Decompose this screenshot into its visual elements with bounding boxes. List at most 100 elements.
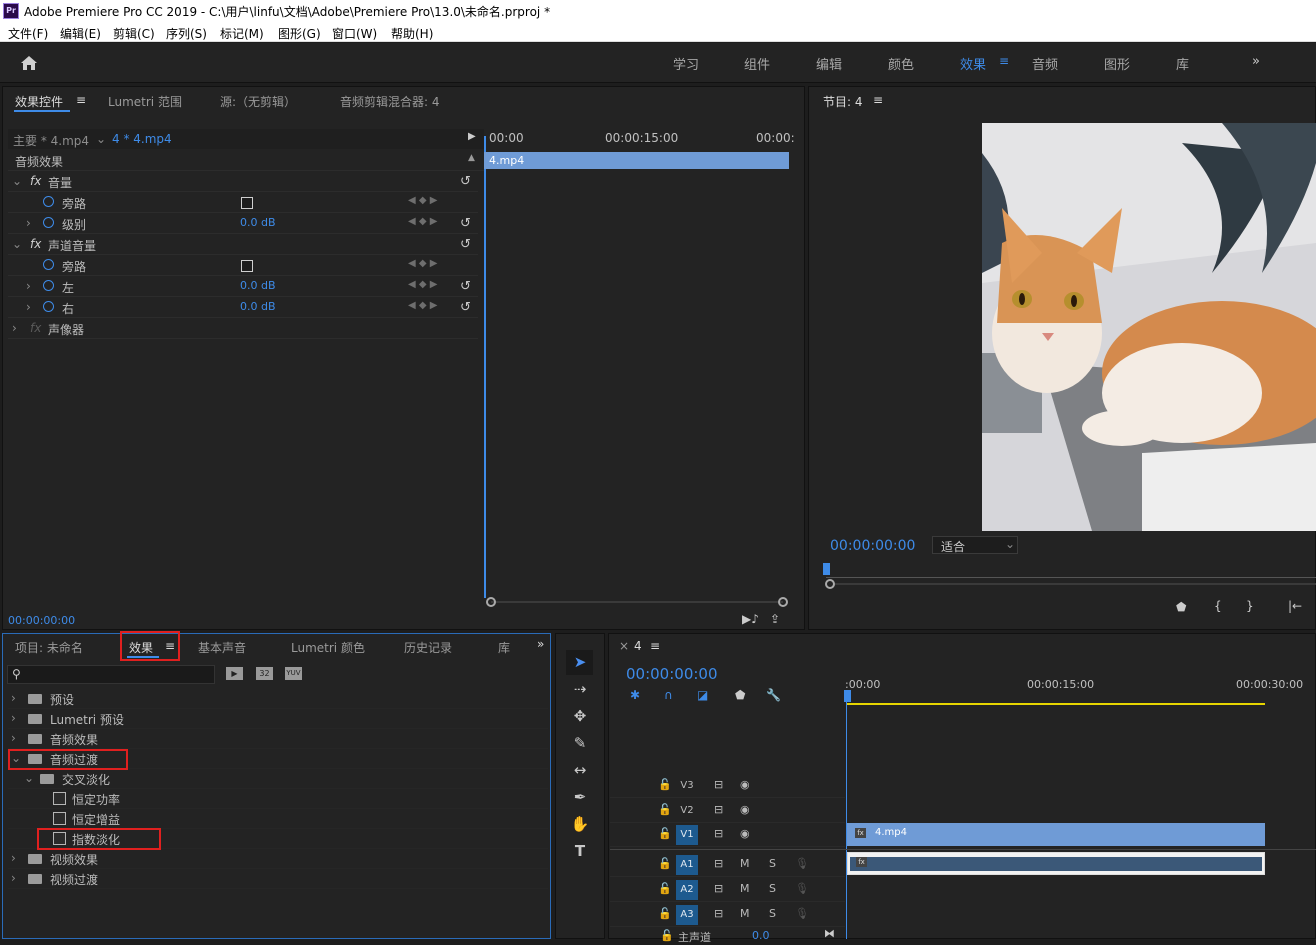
ec-timecode[interactable]: 00:00:00:00	[8, 614, 75, 627]
go-to-in-icon[interactable]: |←	[1288, 599, 1302, 613]
eye-icon[interactable]: ◉	[740, 827, 750, 840]
zoom-scrollbar[interactable]	[491, 601, 783, 603]
play-only-icon[interactable]: ▶	[468, 131, 476, 142]
tree-item-constant-power[interactable]: 恒定功率	[8, 789, 548, 809]
track-a2[interactable]: 🔓 A2 ⊟ M S 🎙	[610, 877, 845, 902]
panel-menu-icon[interactable]: ≡	[165, 639, 175, 653]
workspace-assembly[interactable]: 组件	[744, 54, 770, 73]
track-label[interactable]: V3	[676, 776, 698, 796]
sync-lock-icon[interactable]: ⊟	[714, 907, 723, 920]
chevron-right-icon[interactable]: ›	[26, 279, 31, 293]
tab-audio-clip-mixer[interactable]: 音频剪辑混合器: 4	[340, 93, 440, 110]
add-marker-icon[interactable]: ⬟	[1176, 600, 1186, 614]
lock-icon[interactable]: 🔓	[660, 929, 674, 942]
track-v2[interactable]: 🔓 V2 ⊟ ◉	[610, 798, 845, 823]
lock-icon[interactable]: 🔓	[658, 778, 672, 791]
track-select-tool-icon[interactable]: ⇢	[570, 679, 590, 699]
param-row-right[interactable]: › 右 0.0 dB ◀ ◆ ▶ ↺	[8, 297, 478, 318]
solo-button[interactable]: S	[769, 907, 776, 920]
sequence-clip-label[interactable]: 4 * 4.mp4	[112, 132, 172, 146]
lock-icon[interactable]: 🔓	[658, 803, 672, 816]
pen-tool-icon[interactable]: ✒	[570, 787, 590, 807]
workspace-libraries[interactable]: 库	[1176, 54, 1189, 73]
work-area-bar[interactable]	[847, 703, 1265, 705]
track-v3[interactable]: 🔓 V3 ⊟ ◉	[610, 773, 845, 798]
keyframe-nav-icon[interactable]: ◀ ◆ ▶	[408, 279, 437, 290]
tree-item-crossfade[interactable]: ⌄ 交叉淡化	[8, 769, 548, 789]
stopwatch-icon[interactable]	[43, 301, 54, 312]
microphone-icon[interactable]: 🎙	[795, 907, 809, 920]
param-row-bypass[interactable]: 旁路 ◀ ◆ ▶	[8, 255, 478, 276]
track-a3[interactable]: 🔓 A3 ⊟ M S 🎙	[610, 902, 845, 927]
scroll-up-icon[interactable]: ▲	[468, 153, 475, 163]
tab-lumetri-color[interactable]: Lumetri 颜色	[291, 639, 365, 656]
menu-edit[interactable]: 编辑(E)	[60, 25, 101, 42]
lock-icon[interactable]: 🔓	[658, 907, 672, 920]
stopwatch-icon[interactable]	[43, 217, 54, 228]
bypass-checkbox[interactable]	[241, 197, 253, 209]
tab-effect-controls[interactable]: 效果控件	[15, 93, 63, 110]
zoom-handle-right[interactable]	[778, 597, 788, 607]
chevron-right-icon[interactable]: ›	[11, 691, 16, 705]
panel-menu-icon[interactable]: ≡	[650, 639, 660, 653]
mute-button[interactable]: M	[740, 907, 750, 920]
audio-clip[interactable]: fx	[847, 852, 1265, 875]
tab-libraries[interactable]: 库	[498, 639, 510, 656]
microphone-icon[interactable]: 🎙	[795, 857, 809, 870]
chevron-down-icon[interactable]: ⌄	[12, 237, 22, 251]
chevron-right-icon[interactable]: ›	[26, 216, 31, 230]
keyframe-nav-icon[interactable]: ◀ ◆ ▶	[408, 216, 437, 227]
sync-lock-icon[interactable]: ⊟	[714, 778, 723, 791]
tree-item-presets[interactable]: › 预设	[8, 689, 548, 709]
keyframe-nav-icon[interactable]: ◀ ◆ ▶	[408, 300, 437, 311]
master-volume-value[interactable]: 0.0	[752, 929, 770, 942]
accelerated-effects-icon[interactable]: ▶	[226, 667, 243, 680]
tree-item-audio-effects[interactable]: › 音频效果	[8, 729, 548, 749]
solo-button[interactable]: S	[769, 857, 776, 870]
close-icon[interactable]: ×	[619, 639, 629, 653]
slip-tool-icon[interactable]: ↔	[570, 760, 590, 780]
timeline-timecode[interactable]: 00:00:00:00	[626, 665, 718, 683]
program-zoom-bar[interactable]	[835, 583, 1316, 585]
chevron-down-icon[interactable]: ⌄	[24, 771, 34, 785]
program-video-frame[interactable]	[982, 123, 1316, 531]
right-value[interactable]: 0.0 dB	[240, 300, 276, 313]
panel-menu-icon[interactable]: ≡	[873, 93, 883, 107]
track-label[interactable]: V2	[676, 801, 698, 821]
track-label[interactable]: A2	[676, 880, 698, 900]
menu-help[interactable]: 帮助(H)	[391, 25, 433, 42]
video-clip[interactable]: fx 4.mp4	[847, 823, 1265, 846]
master-clip-label[interactable]: 主要 * 4.mp4	[13, 132, 89, 149]
more-tabs-icon[interactable]: »	[537, 637, 544, 651]
workspace-effects[interactable]: 效果	[960, 54, 986, 73]
effects-search-input[interactable]: ⚲	[7, 665, 215, 684]
workspace-menu-icon[interactable]: ≡	[999, 54, 1009, 68]
export-icon[interactable]: ⇪	[770, 612, 780, 626]
reset-icon[interactable]: ↺	[460, 174, 471, 189]
microphone-icon[interactable]: 🎙	[795, 882, 809, 895]
lock-icon[interactable]: 🔓	[658, 827, 672, 840]
keyframe-nav-icon[interactable]: ◀ ◆ ▶	[408, 195, 437, 206]
tree-item-constant-gain[interactable]: 恒定增益	[8, 809, 548, 829]
timeline-ruler[interactable]: :00:00 00:00:15:00 00:00:30:00	[845, 676, 1316, 704]
tab-effects[interactable]: 效果	[129, 639, 153, 656]
nest-icon[interactable]: ✱	[630, 688, 640, 702]
sequence-tab[interactable]: 4	[634, 639, 642, 653]
program-playhead[interactable]	[823, 563, 830, 575]
snap-icon[interactable]: ∩	[664, 688, 673, 702]
lock-icon[interactable]: 🔓	[658, 882, 672, 895]
workspace-learn[interactable]: 学习	[673, 54, 699, 73]
track-label[interactable]: V1	[676, 825, 698, 845]
mark-in-icon[interactable]: {	[1214, 599, 1222, 613]
type-tool-icon[interactable]: T	[570, 841, 590, 861]
go-to-end-icon[interactable]: ⧓	[824, 927, 835, 940]
chevron-right-icon[interactable]: ›	[11, 871, 16, 885]
workspace-graphics[interactable]: 图形	[1104, 54, 1130, 73]
effect-row-volume[interactable]: ⌄ fx 音量 ↺	[8, 171, 478, 192]
tab-history[interactable]: 历史记录	[404, 639, 452, 656]
tab-project[interactable]: 项目: 未命名	[15, 639, 83, 656]
workspace-color[interactable]: 颜色	[888, 54, 914, 73]
workspace-audio[interactable]: 音频	[1032, 54, 1058, 73]
mini-timeline-ruler[interactable]: 00:00 00:00:15:00 00:00:	[484, 129, 795, 149]
play-audio-icon[interactable]: ▶♪	[742, 612, 759, 626]
